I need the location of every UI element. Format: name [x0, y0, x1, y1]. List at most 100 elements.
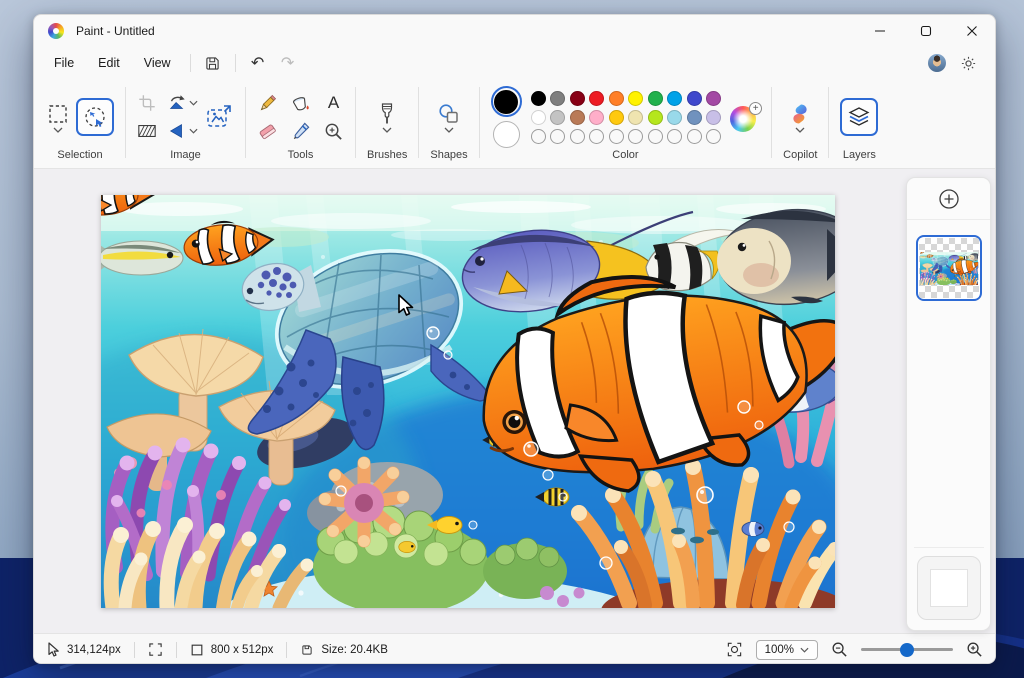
chevron-down-icon: [795, 127, 805, 133]
statusbar: 314,124px 800 x 512px Size: 20.4KB: [34, 633, 995, 664]
transparency-checkerboard: [919, 238, 979, 298]
palette-color[interactable]: [667, 110, 682, 125]
palette-empty-slot[interactable]: [687, 129, 702, 144]
edit-colors-button[interactable]: +: [730, 102, 760, 132]
rotate-icon: [167, 93, 187, 113]
palette-color[interactable]: [531, 110, 546, 125]
menu-file[interactable]: File: [42, 51, 86, 75]
palette-color[interactable]: [531, 91, 546, 106]
palette-color[interactable]: [589, 91, 604, 106]
resize-icon[interactable]: [137, 123, 157, 139]
zoom-slider-thumb[interactable]: [900, 643, 914, 657]
ribbon-toolbar: Selection: [34, 79, 995, 169]
palette-empty-slot[interactable]: [609, 129, 624, 144]
section-label: Color: [612, 149, 638, 164]
palette-color[interactable]: [706, 91, 721, 106]
divider: [245, 87, 246, 158]
work-area: [34, 169, 995, 633]
palette-color[interactable]: [628, 91, 643, 106]
maximize-button[interactable]: [903, 15, 949, 47]
palette-color[interactable]: [609, 91, 624, 106]
palette-empty-slot[interactable]: [648, 129, 663, 144]
layer-thumbnail-selected[interactable]: [916, 235, 982, 301]
zoom-in-button[interactable]: [966, 641, 983, 658]
fit-to-screen-button[interactable]: [726, 641, 743, 658]
menu-edit[interactable]: Edit: [86, 51, 132, 75]
section-label: Tools: [288, 149, 314, 164]
add-layer-button[interactable]: [907, 178, 990, 220]
menubar: File Edit View ↶ ↷: [34, 47, 995, 79]
freeform-select-button-selected[interactable]: [76, 98, 114, 136]
palette-color[interactable]: [687, 110, 702, 125]
redo-icon: ↷: [281, 55, 294, 71]
flip-button[interactable]: [167, 121, 198, 141]
window-title: Paint - Untitled: [76, 24, 155, 38]
save-button[interactable]: [198, 50, 228, 76]
canvas-size-indicator: 800 x 512px: [190, 643, 274, 657]
background-color-swatch[interactable]: [493, 121, 520, 148]
account-avatar[interactable]: [928, 54, 946, 72]
palette-empty-slot[interactable]: [628, 129, 643, 144]
menu-view[interactable]: View: [132, 51, 183, 75]
copilot-button[interactable]: [788, 102, 812, 133]
section-selection: Selection: [38, 79, 122, 168]
palette-color[interactable]: [609, 110, 624, 125]
cursor-icon: [46, 642, 60, 657]
palette-empty-slot[interactable]: [550, 129, 565, 144]
crop-icon-disabled[interactable]: [137, 93, 157, 113]
chevron-down-icon: [800, 647, 809, 653]
fill-bucket-icon[interactable]: [290, 93, 311, 114]
palette-color[interactable]: [667, 91, 682, 106]
redo-button[interactable]: ↷: [273, 50, 303, 76]
paint-window: Paint - Untitled File Edit View ↶: [33, 14, 996, 664]
palette-color[interactable]: [550, 110, 565, 125]
rotate-button[interactable]: [167, 93, 198, 113]
canvas-image: [101, 195, 835, 608]
palette-empty-slot[interactable]: [589, 129, 604, 144]
image-properties-icon[interactable]: [204, 102, 234, 132]
canvas[interactable]: [101, 195, 835, 608]
settings-gear-icon[interactable]: [960, 55, 977, 72]
zoom-level-dropdown[interactable]: 100%: [756, 640, 818, 660]
shapes-button[interactable]: [437, 102, 461, 133]
layers-button-selected[interactable]: [840, 98, 878, 136]
divider: [418, 87, 419, 158]
zoom-out-button[interactable]: [831, 641, 848, 658]
palette-color[interactable]: [648, 91, 663, 106]
minimize-button[interactable]: [857, 15, 903, 47]
palette-color[interactable]: [570, 91, 585, 106]
palette-color[interactable]: [648, 110, 663, 125]
palette-color[interactable]: [687, 91, 702, 106]
eraser-icon[interactable]: [257, 121, 278, 142]
palette-color[interactable]: [589, 110, 604, 125]
text-tool-icon[interactable]: A: [328, 93, 339, 113]
palette-empty-slot[interactable]: [667, 129, 682, 144]
foreground-color-selected[interactable]: [491, 86, 522, 117]
palette-color[interactable]: [570, 110, 585, 125]
palette-color[interactable]: [706, 110, 721, 125]
section-label: Brushes: [367, 149, 407, 164]
rectangle-select-button[interactable]: [46, 102, 70, 133]
section-layers: Layers: [832, 79, 886, 168]
chevron-down-icon: [382, 127, 392, 133]
zoom-slider[interactable]: [861, 648, 953, 651]
color-picker-icon[interactable]: [290, 121, 311, 142]
background-layer-thumbnail[interactable]: [917, 556, 981, 620]
save-icon: [203, 54, 222, 73]
brushes-button[interactable]: [376, 102, 398, 133]
palette-empty-slot[interactable]: [706, 129, 721, 144]
zoom-level-value: 100%: [765, 644, 794, 656]
palette-empty-slot[interactable]: [570, 129, 585, 144]
undo-button[interactable]: ↶: [243, 50, 273, 76]
layer-thumbnail-image: [920, 252, 978, 285]
palette-color[interactable]: [550, 91, 565, 106]
palette-color[interactable]: [628, 110, 643, 125]
divider: [771, 87, 772, 158]
pencil-icon[interactable]: [257, 93, 278, 114]
magnifier-icon[interactable]: [323, 121, 344, 142]
chevron-down-icon[interactable]: [53, 127, 63, 133]
titlebar[interactable]: Paint - Untitled: [34, 15, 995, 47]
palette-empty-slot[interactable]: [531, 129, 546, 144]
section-color: + Color: [483, 79, 769, 168]
close-button[interactable]: [949, 15, 995, 47]
